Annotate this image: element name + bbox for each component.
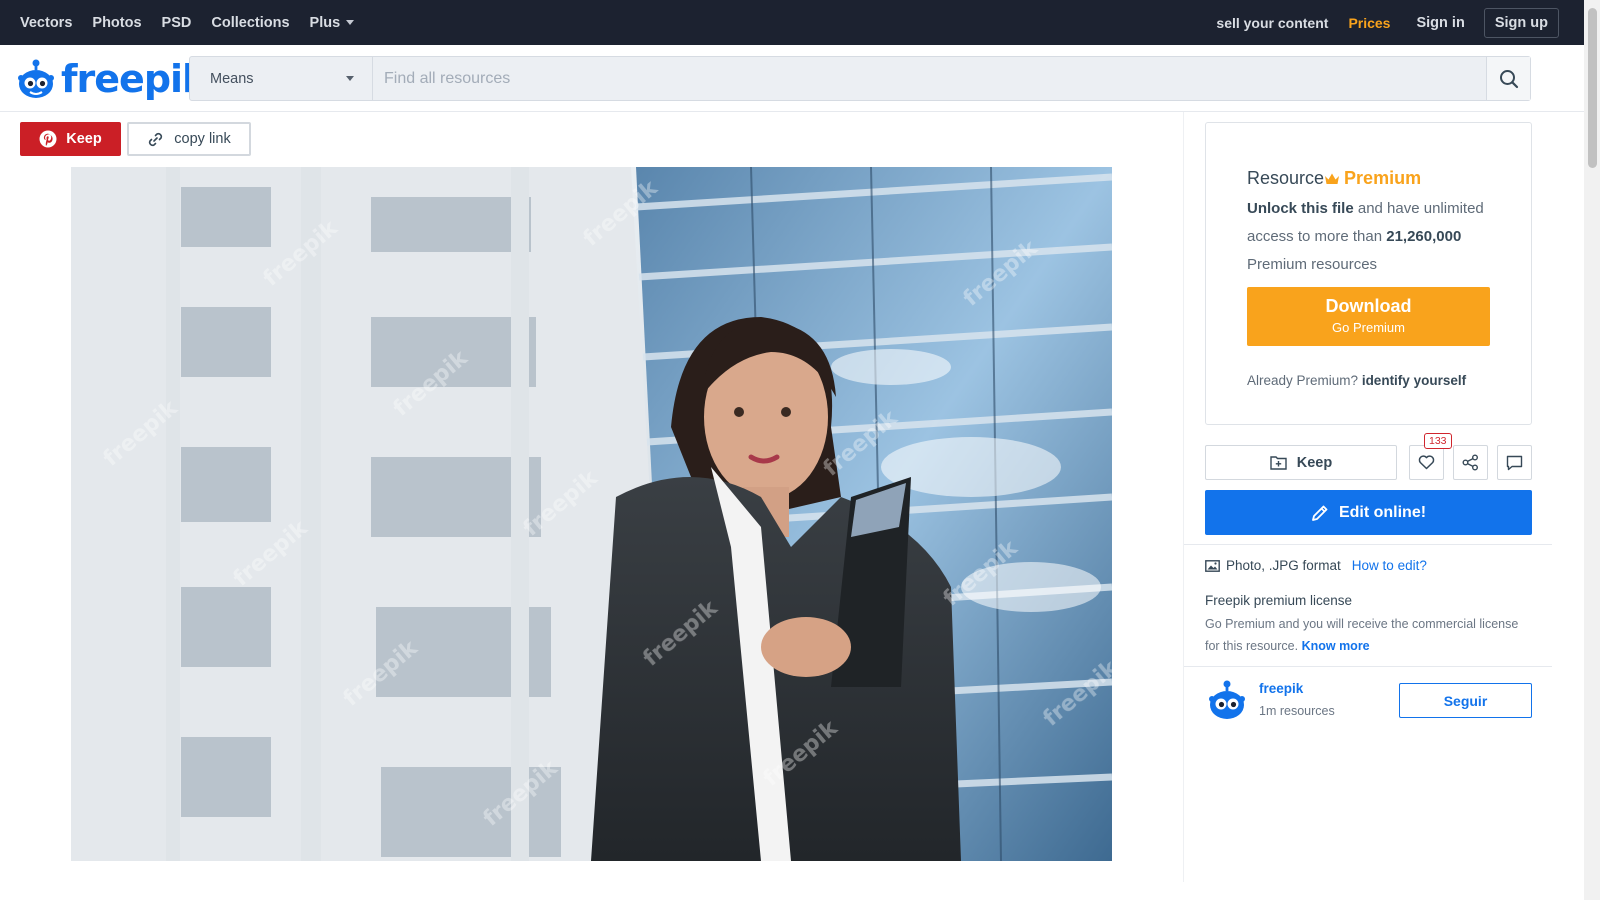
copy-link-label: copy link: [174, 131, 231, 147]
pencil-icon: [1312, 505, 1328, 521]
freepik-robot-icon: [18, 59, 54, 98]
copy-link-button[interactable]: copy link: [127, 122, 251, 156]
desc-part2: Premium resources: [1247, 256, 1378, 273]
chevron-down-icon: [346, 76, 354, 81]
resource-sidebar: Resource Premium Unlock this file and ha…: [1183, 112, 1552, 882]
download-button[interactable]: Download Go Premium: [1247, 287, 1490, 346]
search-bar: Means: [189, 56, 1531, 101]
sell-content-link[interactable]: sell your content: [1216, 15, 1328, 31]
nav-vectors[interactable]: Vectors: [20, 15, 72, 31]
resource-label: Resource: [1247, 168, 1325, 188]
resource-type-label: Means: [210, 70, 254, 87]
already-premium-text: Already Premium?: [1247, 373, 1359, 388]
edit-online-label: Edit online!: [1338, 503, 1427, 521]
like-button[interactable]: [1409, 445, 1444, 480]
page-scrollbar[interactable]: [1584, 0, 1600, 900]
share-icon: [1462, 454, 1478, 471]
download-label: Download: [1325, 296, 1412, 316]
unlock-text: Unlock this file: [1247, 200, 1354, 217]
nav-links: Vectors Photos PSD Collections Plus: [20, 15, 355, 31]
divider: [1184, 544, 1552, 545]
author-resource-count: 1m resources: [1259, 704, 1335, 718]
pinterest-icon: [39, 130, 57, 148]
top-nav: Vectors Photos PSD Collections Plus sell…: [0, 0, 1584, 45]
identify-yourself-link[interactable]: identify yourself: [1362, 373, 1466, 388]
sign-up-button[interactable]: Sign up: [1483, 7, 1559, 38]
premium-title: Resource Premium: [1247, 168, 1421, 189]
go-premium-label: Go Premium: [1332, 320, 1405, 335]
premium-card: Resource Premium Unlock this file and ha…: [1205, 122, 1532, 425]
heart-icon: [1418, 455, 1435, 470]
format-text: Photo, .JPG format: [1226, 558, 1341, 573]
likes-count-badge: 133: [1424, 433, 1452, 449]
already-premium: Already Premium? identify yourself: [1247, 373, 1466, 388]
crown-icon: [1325, 173, 1340, 184]
edit-online-button[interactable]: Edit online!: [1205, 490, 1532, 535]
photo-illustration: freepik freepik freepik freepik freepik …: [71, 167, 1112, 861]
premium-label: Premium: [1344, 168, 1422, 188]
freepik-logo[interactable]: freepik: [15, 56, 207, 102]
author-block: freepik 1m resources Seguir: [1205, 678, 1532, 728]
keep-label: Keep: [1296, 454, 1333, 471]
pinterest-keep-button[interactable]: Keep: [20, 122, 121, 156]
sign-in-link[interactable]: Sign in: [1416, 15, 1464, 31]
comment-icon: [1506, 455, 1523, 470]
search-header: freepik Means: [0, 45, 1584, 112]
link-icon: [149, 132, 163, 146]
image-icon: [1205, 559, 1220, 572]
action-row: Keep 133: [1205, 433, 1532, 480]
nav-collections[interactable]: Collections: [211, 15, 289, 31]
share-row: Keep copy link: [20, 122, 251, 156]
search-button[interactable]: [1486, 57, 1530, 100]
scrollbar-thumb[interactable]: [1588, 8, 1597, 168]
resource-type-select[interactable]: Means: [190, 57, 373, 100]
nav-plus-label: Plus: [309, 14, 341, 31]
logo-text: freepik: [61, 57, 207, 101]
chevron-down-icon: [346, 20, 355, 26]
keep-collection-button[interactable]: Keep: [1205, 445, 1397, 480]
file-format: Photo, .JPG format How to edit?: [1205, 558, 1427, 573]
nav-plus[interactable]: Plus: [310, 15, 355, 31]
license-title: Freepik premium license: [1205, 593, 1353, 608]
folder-add-icon: [1270, 456, 1287, 470]
author-name[interactable]: freepik: [1259, 681, 1303, 696]
license-text: Go Premium and you will receive the comm…: [1205, 613, 1525, 657]
nav-photos[interactable]: Photos: [92, 15, 141, 31]
share-button[interactable]: [1453, 445, 1488, 480]
resource-count: 21,260,000: [1386, 228, 1462, 245]
how-to-edit-link[interactable]: How to edit?: [1352, 558, 1427, 573]
prices-link[interactable]: Prices: [1348, 15, 1390, 31]
search-input[interactable]: [373, 57, 1486, 100]
premium-description: Unlock this file and have unlimited acce…: [1247, 195, 1507, 279]
pinterest-keep-label: Keep: [66, 131, 102, 147]
nav-psd[interactable]: PSD: [162, 15, 192, 31]
author-avatar[interactable]: [1205, 678, 1249, 722]
know-more-link[interactable]: Know more: [1302, 639, 1370, 653]
follow-button[interactable]: Seguir: [1399, 683, 1532, 718]
divider: [1184, 666, 1552, 667]
search-icon: [1499, 69, 1518, 88]
main-photo[interactable]: freepik freepik freepik freepik freepik …: [71, 167, 1112, 861]
comment-button[interactable]: [1497, 445, 1532, 480]
